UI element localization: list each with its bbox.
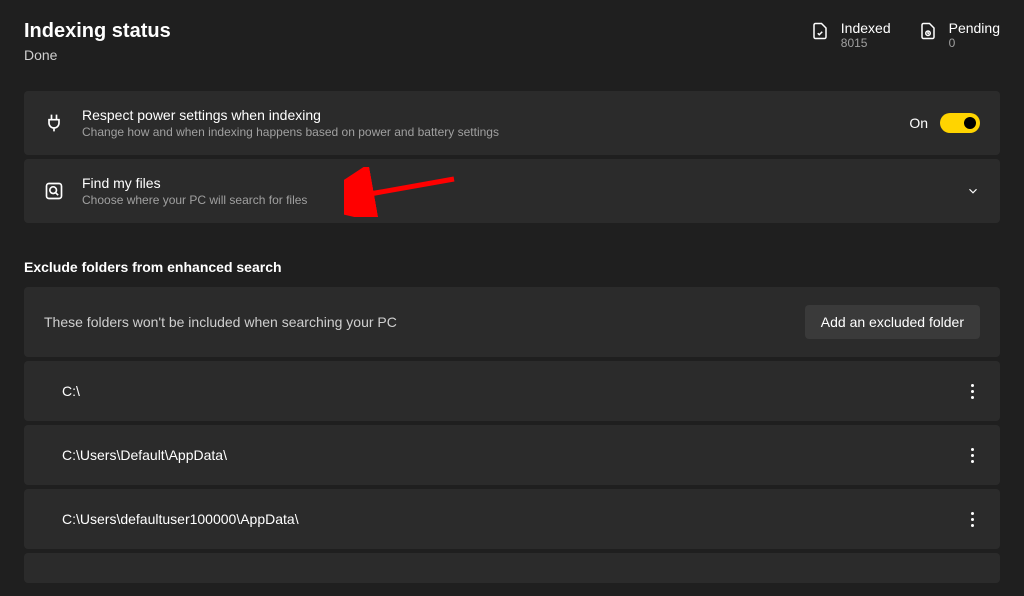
exclude-heading: Exclude folders from enhanced search [24, 259, 1000, 275]
excluded-folder-row[interactable]: C:\ [24, 361, 1000, 421]
find-card-title: Find my files [82, 175, 948, 191]
folder-path: C:\ [62, 383, 946, 399]
power-settings-card[interactable]: Respect power settings when indexing Cha… [24, 91, 1000, 155]
chevron-down-icon [966, 184, 980, 198]
find-card-desc: Choose where your PC will search for fil… [82, 193, 948, 207]
title-block: Indexing status Done [24, 20, 171, 63]
power-card-desc: Change how and when indexing happens bas… [82, 125, 891, 139]
power-card-title: Respect power settings when indexing [82, 107, 891, 123]
power-toggle-label: On [909, 115, 928, 131]
stat-pending-label: Pending [949, 20, 1000, 36]
exclude-header-card: These folders won't be included when sea… [24, 287, 1000, 357]
search-file-icon [44, 181, 64, 201]
file-check-icon [811, 22, 829, 40]
header-row: Indexing status Done Indexed 8015 [24, 20, 1000, 63]
more-options-button[interactable] [964, 384, 980, 399]
folder-path: C:\Users\defaultuser100000\AppData\ [62, 511, 946, 527]
stat-pending: Pending 0 [919, 20, 1000, 50]
stat-indexed-value: 8015 [841, 36, 891, 50]
stat-indexed: Indexed 8015 [811, 20, 891, 50]
stat-indexed-label: Indexed [841, 20, 891, 36]
plug-icon [44, 113, 64, 133]
excluded-folder-row[interactable]: C:\Users\Default\AppData\ [24, 425, 1000, 485]
power-toggle[interactable] [940, 113, 980, 133]
page-title: Indexing status [24, 20, 171, 43]
excluded-folder-row[interactable]: C:\Users\defaultuser100000\AppData\ [24, 489, 1000, 549]
folder-path: C:\Users\Default\AppData\ [62, 447, 946, 463]
exclude-desc: These folders won't be included when sea… [44, 314, 397, 330]
stat-pending-value: 0 [949, 36, 1000, 50]
indexing-status-value: Done [24, 47, 171, 63]
stats-block: Indexed 8015 Pending 0 [811, 20, 1000, 50]
more-options-button[interactable] [964, 512, 980, 527]
excluded-folder-row[interactable] [24, 553, 1000, 583]
file-pending-icon [919, 22, 937, 40]
more-options-button[interactable] [964, 448, 980, 463]
add-excluded-folder-button[interactable]: Add an excluded folder [805, 305, 980, 339]
find-my-files-card[interactable]: Find my files Choose where your PC will … [24, 159, 1000, 223]
